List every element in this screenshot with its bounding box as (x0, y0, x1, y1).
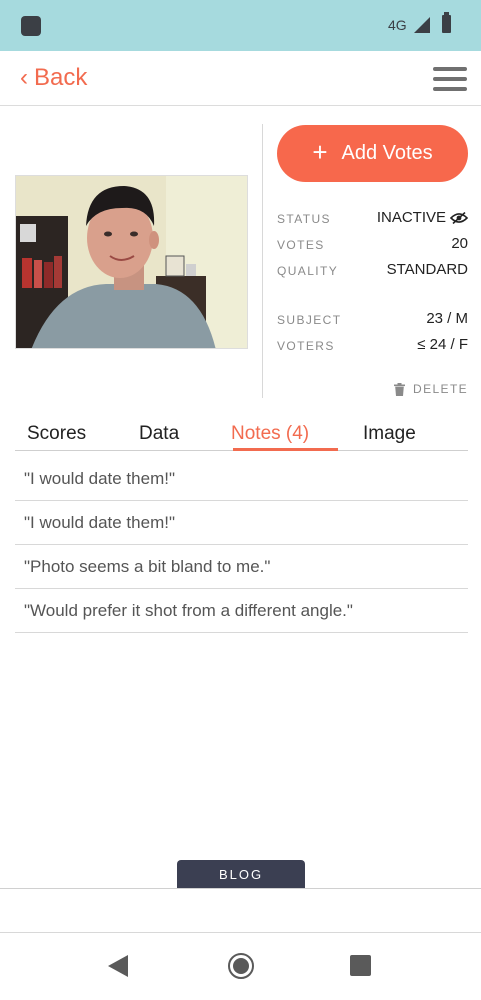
tab-bar: Scores Data Notes (4) Image (15, 420, 468, 451)
signal-icon (414, 17, 430, 33)
status-value: INACTIVE (376, 209, 446, 226)
top-header: ‹ Back (0, 51, 481, 106)
vertical-divider (262, 124, 263, 398)
voters-label: VOTERS (277, 339, 335, 353)
app-notification-icon (21, 16, 41, 36)
network-type: 4G (388, 17, 407, 33)
subject-label: SUBJECT (277, 313, 342, 327)
quality-value: STANDARD (386, 261, 468, 278)
footer-divider (0, 888, 481, 889)
status-label: STATUS (277, 212, 331, 226)
active-tab-indicator (233, 448, 338, 451)
subject-photo (15, 175, 248, 349)
blog-tab-button[interactable]: BLOG (177, 860, 305, 889)
delete-button[interactable]: DELETE (394, 382, 468, 396)
nav-back-icon[interactable] (108, 955, 128, 977)
note-item: "I would date them!" (15, 457, 468, 501)
voters-value: ≤ 24 / F (417, 336, 468, 353)
quality-label: QUALITY (277, 264, 339, 278)
back-button[interactable]: ‹ Back (20, 64, 87, 92)
subject-row: SUBJECT 23 / M (277, 310, 468, 330)
votes-label: VOTES (277, 238, 325, 252)
add-votes-label: Add Votes (341, 142, 433, 164)
trash-icon (394, 382, 405, 396)
status-value-wrap: INACTIVE (377, 209, 468, 226)
tab-scores[interactable]: Scores (27, 423, 86, 445)
tab-image[interactable]: Image (363, 423, 416, 445)
back-label: Back (34, 64, 88, 91)
voters-row: VOTERS ≤ 24 / F (277, 336, 468, 356)
votes-value: 20 (451, 235, 468, 252)
battery-icon (442, 12, 451, 33)
quality-row: QUALITY STANDARD (277, 261, 468, 281)
note-item: "Would prefer it shot from a different a… (15, 589, 468, 633)
hamburger-menu-icon[interactable] (433, 67, 467, 91)
plus-icon: + (312, 137, 328, 167)
delete-label: DELETE (413, 382, 469, 396)
nav-home-icon[interactable] (228, 953, 254, 979)
tab-data[interactable]: Data (139, 423, 179, 445)
subject-value: 23 / M (426, 310, 468, 327)
chevron-left-icon: ‹ (20, 64, 28, 91)
navbar-divider (0, 932, 481, 933)
nav-recents-icon[interactable] (350, 955, 371, 976)
tab-notes[interactable]: Notes (4) (231, 423, 309, 445)
votes-row: VOTES 20 (277, 235, 468, 255)
status-bar: 4G (0, 0, 481, 51)
add-votes-button[interactable]: + Add Votes (277, 125, 468, 182)
note-item: "Photo seems a bit bland to me." (15, 545, 468, 589)
status-row: STATUS INACTIVE (277, 209, 468, 229)
note-item: "I would date them!" (15, 501, 468, 545)
eye-off-icon[interactable] (450, 211, 468, 224)
